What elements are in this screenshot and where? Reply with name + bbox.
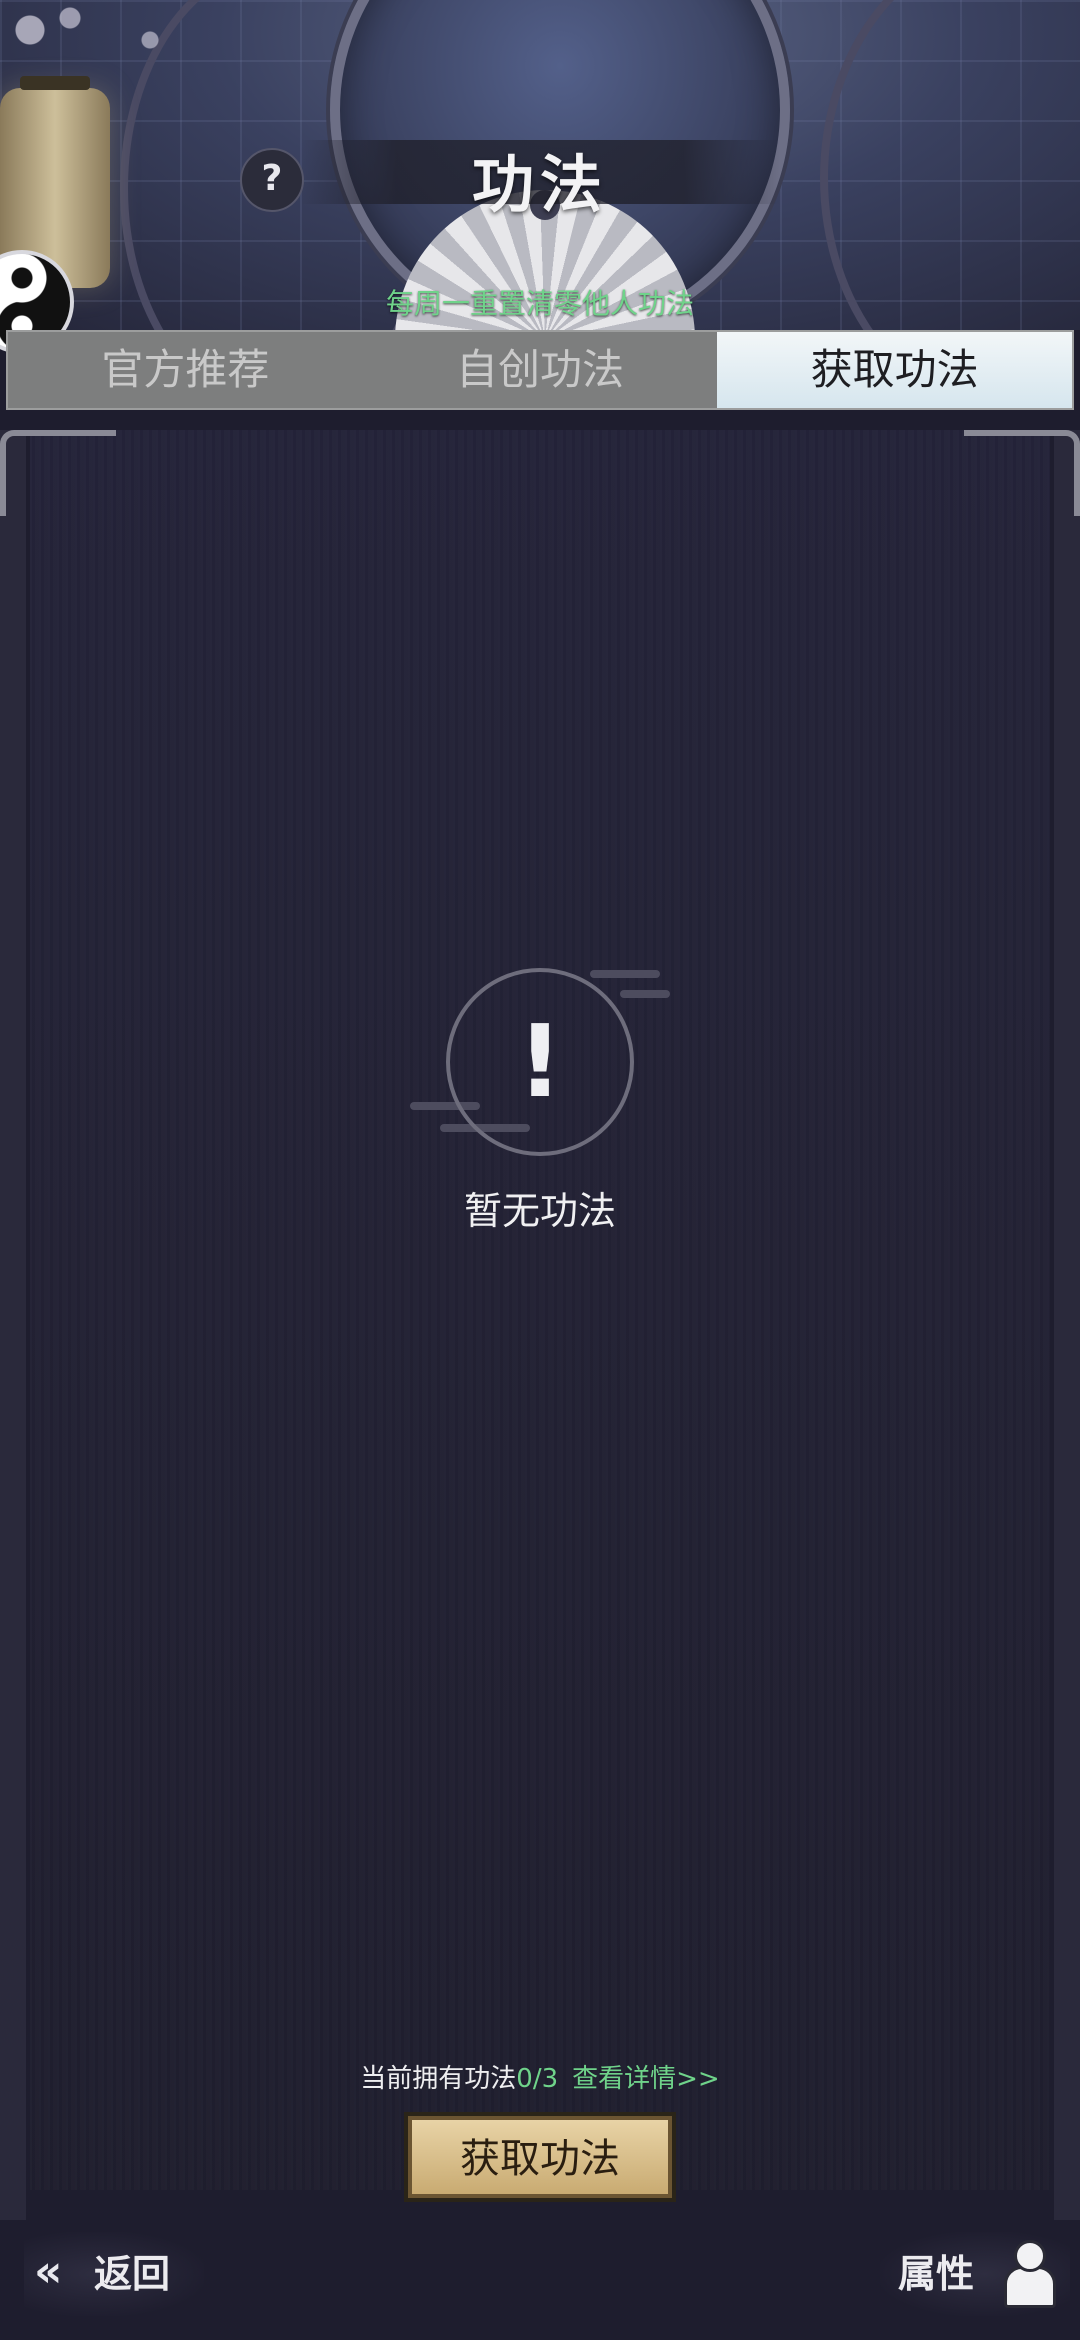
- back-button[interactable]: « 返回: [24, 2232, 204, 2316]
- back-arrow-icon: «: [34, 2246, 63, 2297]
- tab-self-created[interactable]: 自创功法: [363, 332, 718, 408]
- tab-bar: 官方推荐 自创功法 获取功法: [6, 330, 1074, 410]
- frame-corner-left: [0, 430, 116, 516]
- character-icon: [1000, 2240, 1056, 2308]
- right-arch-decoration: [820, 0, 1080, 330]
- obtain-skill-button[interactable]: 获取功法: [408, 2116, 672, 2198]
- reset-notice: 每周一重置清零他人功法: [385, 287, 694, 320]
- view-details-link[interactable]: 查看详情>>: [572, 2064, 720, 2094]
- content-panel: [30, 430, 1050, 2190]
- help-icon[interactable]: ?: [240, 148, 304, 212]
- tab-obtain[interactable]: 获取功法: [717, 332, 1073, 408]
- exclamation-icon: !: [517, 1003, 563, 1120]
- tab-official-recommend[interactable]: 官方推荐: [8, 332, 363, 408]
- panel-frame-left: [0, 430, 26, 2230]
- owned-label: 当前拥有功法: [360, 2064, 517, 2094]
- empty-state-icon: !: [446, 968, 634, 1156]
- blossom-decoration: [0, 0, 220, 80]
- attributes-button[interactable]: 属性: [880, 2232, 1070, 2316]
- page-title: 功法: [471, 148, 608, 221]
- frame-corner-right: [964, 430, 1080, 516]
- owned-count: 0/3: [516, 2064, 559, 2094]
- panel-frame-right: [1054, 430, 1080, 2230]
- back-label: 返回: [94, 2251, 171, 2296]
- owned-count-line: 当前拥有功法0/3 查看详情>>: [0, 2058, 1080, 2095]
- empty-state-text: 暂无功法: [463, 1189, 616, 1233]
- attributes-label: 属性: [898, 2251, 975, 2296]
